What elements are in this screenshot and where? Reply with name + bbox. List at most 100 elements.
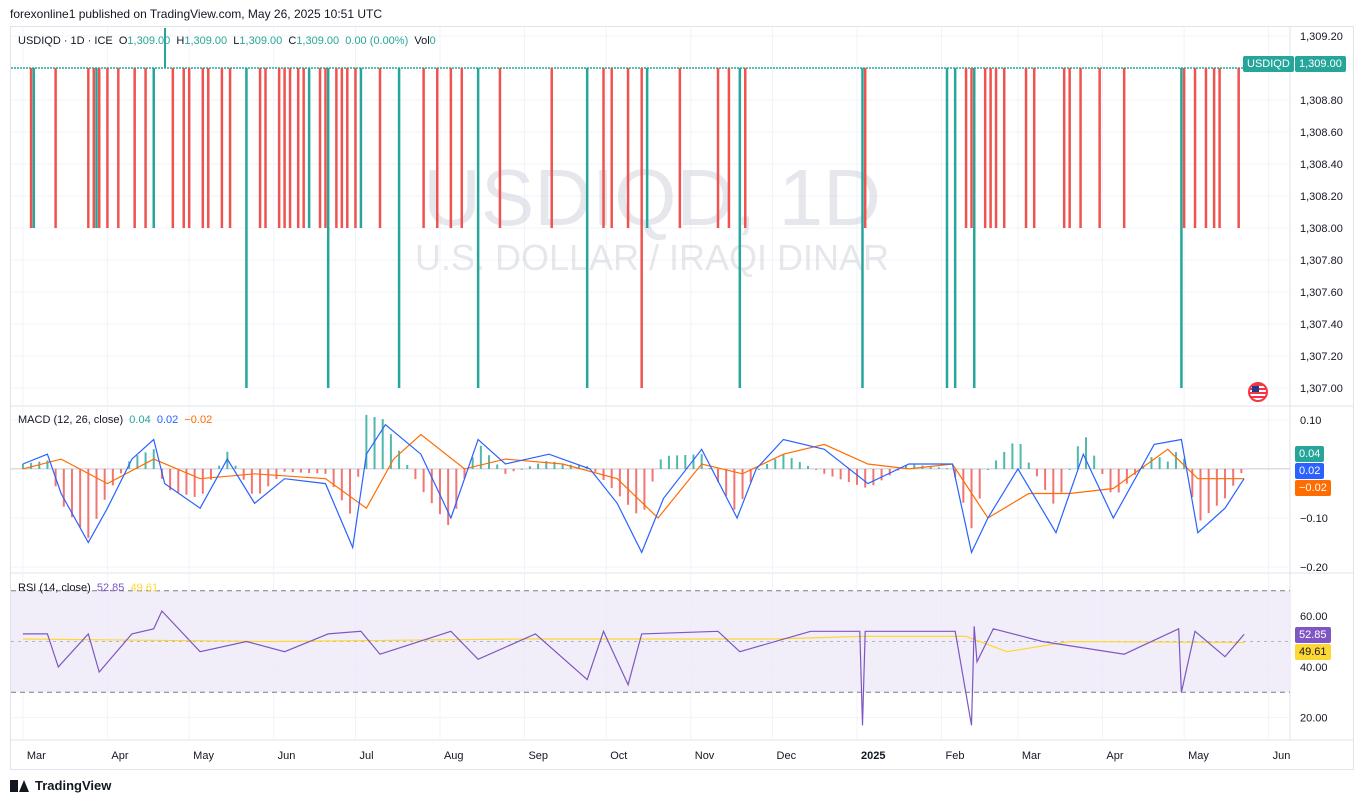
macd-histogram-bar [79, 468, 82, 528]
price-y-tick-label: 1,307.60 [1300, 287, 1343, 299]
macd-histogram-bar [1060, 468, 1063, 493]
price-y-tick-label: 1,307.20 [1300, 351, 1343, 363]
price-y-tick-label: 1,308.00 [1300, 223, 1343, 235]
rsi-legend[interactable]: RSI (14, close) 52.85 49.61 [18, 582, 158, 594]
symbol-line: USDIQD · 1D · ICE [18, 35, 113, 47]
macd-legend[interactable]: MACD (12, 26, close) 0.04 0.02 −0.02 [18, 414, 212, 426]
price-y-tick-label: 1,308.60 [1300, 127, 1343, 139]
macd-histogram-bar [447, 468, 450, 526]
macd-line-tag: 0.02 [1295, 463, 1325, 479]
macd-histogram-bar [30, 462, 33, 469]
macd-histogram-bar [1174, 452, 1177, 469]
tradingview-mark-icon [10, 779, 30, 792]
volume-label: Vol [414, 35, 430, 47]
change-value: 0.00 (0.00%) [345, 35, 409, 47]
macd-histogram-bar [1240, 468, 1243, 474]
macd-signal-value: −0.02 [184, 414, 213, 426]
x-tick-label: Feb [946, 750, 965, 762]
x-tick-label: Mar [1022, 750, 1041, 762]
chart-canvas[interactable]: Mar Apr May Jun Jul Aug Sep Oct Nov Dec 2025 Feb Mar… [0, 0, 1364, 804]
rsi-y-tick-label: 40.00 [1300, 662, 1328, 674]
macd-histogram-bar [234, 465, 237, 469]
macd-histogram-bar [95, 468, 98, 519]
x-tick-label: May [1188, 750, 1209, 762]
macd-histogram-bar [46, 460, 49, 469]
macd-histogram-bar [594, 468, 597, 472]
price-y-tick-label: 1,308.80 [1300, 95, 1343, 107]
macd-histogram-bar [700, 454, 703, 469]
macd-histogram-bar [627, 468, 630, 505]
price-y-tick-label: 1,308.20 [1300, 191, 1343, 203]
macd-histogram-bar [610, 468, 613, 489]
price-y-tick-label: 1,307.80 [1300, 255, 1343, 267]
macd-hist-tag: 0.04 [1295, 446, 1325, 462]
rsi-value: 52.85 [96, 582, 125, 594]
x-tick-label: Apr [1106, 750, 1123, 762]
rsi-tag: 52.85 [1295, 627, 1331, 643]
macd-histogram-bar [144, 452, 147, 469]
macd-histogram-bar [635, 468, 638, 514]
rsi-y-tick-label: 20.00 [1300, 713, 1328, 725]
tradingview-logo[interactable]: TradingView [10, 778, 111, 793]
macd-histogram-bar [864, 468, 867, 488]
macd-histogram-bar [1158, 457, 1161, 469]
x-tick-label: Sep [528, 750, 548, 762]
macd-histogram-bar [414, 468, 417, 480]
macd-histogram-bar [259, 468, 262, 494]
macd-histogram-bar [1232, 468, 1235, 486]
macd-histogram-bar [504, 468, 507, 474]
macd-histogram-bar [839, 468, 842, 480]
macd-histogram-bar [1101, 468, 1104, 474]
x-tick-label: Jun [278, 750, 296, 762]
macd-histogram-bar [275, 468, 278, 480]
macd-histogram-bar [823, 468, 826, 474]
macd-histogram-bar [970, 468, 973, 529]
macd-histogram-bar [438, 468, 441, 515]
macd-histogram-bar [1052, 468, 1055, 504]
macd-histogram-bar [381, 419, 384, 469]
macd-histogram-bar [684, 454, 687, 469]
us-flag-icon[interactable] [1248, 382, 1268, 402]
macd-histogram-bar [406, 464, 409, 469]
tradingview-logo-text: TradingView [35, 778, 112, 793]
macd-histogram-bar [659, 459, 662, 469]
macd-histogram-bar [986, 468, 989, 470]
macd-histogram-bar [847, 468, 850, 483]
macd-histogram-bar [774, 459, 777, 469]
macd-histogram-bar [872, 468, 875, 486]
macd-y-tick-label: −0.20 [1300, 562, 1328, 574]
macd-histogram-bar [831, 468, 834, 477]
x-tick-label: Dec [777, 750, 797, 762]
x-tick-label: Aug [444, 750, 464, 762]
macd-histogram-bar [725, 468, 728, 496]
price-y-tick-label: 1,309.20 [1300, 31, 1343, 43]
macd-histogram-bar [1150, 457, 1153, 469]
macd-histogram-bar [798, 462, 801, 469]
macd-histogram-bar [815, 468, 818, 470]
macd-histogram-bar [250, 468, 253, 494]
macd-histogram-bar [177, 468, 180, 493]
macd-histogram-bar [422, 468, 425, 493]
rsi-ma-tag: 49.61 [1295, 644, 1331, 660]
macd-histogram-bar [757, 468, 760, 470]
macd-histogram-bar [430, 468, 433, 504]
macd-histogram-bar [120, 468, 123, 474]
macd-histogram-bar [962, 468, 965, 503]
macd-histogram-bar [1199, 468, 1202, 521]
macd-histogram-bar [1125, 468, 1128, 484]
macd-histogram-bar [103, 468, 106, 500]
macd-histogram-bar [299, 468, 302, 473]
macd-histogram-bar [1027, 462, 1030, 469]
macd-histogram-bar [488, 455, 491, 469]
macd-histogram-bar [676, 455, 679, 469]
price-legend[interactable]: USDIQD · 1D · ICE O1,309.00 H1,309.00 L1… [18, 35, 436, 47]
price-tag-symbol: USDIQD [1243, 56, 1294, 72]
macd-line-value: 0.02 [156, 414, 179, 426]
macd-histogram-bar [651, 468, 654, 482]
macd-histogram-bar [1035, 468, 1038, 477]
x-tick-label: 2025 [861, 750, 885, 762]
macd-histogram-bar [1207, 468, 1210, 514]
macd-histogram-bar [528, 466, 531, 469]
macd-histogram-bar [1068, 468, 1071, 470]
macd-histogram-bar [357, 468, 360, 477]
